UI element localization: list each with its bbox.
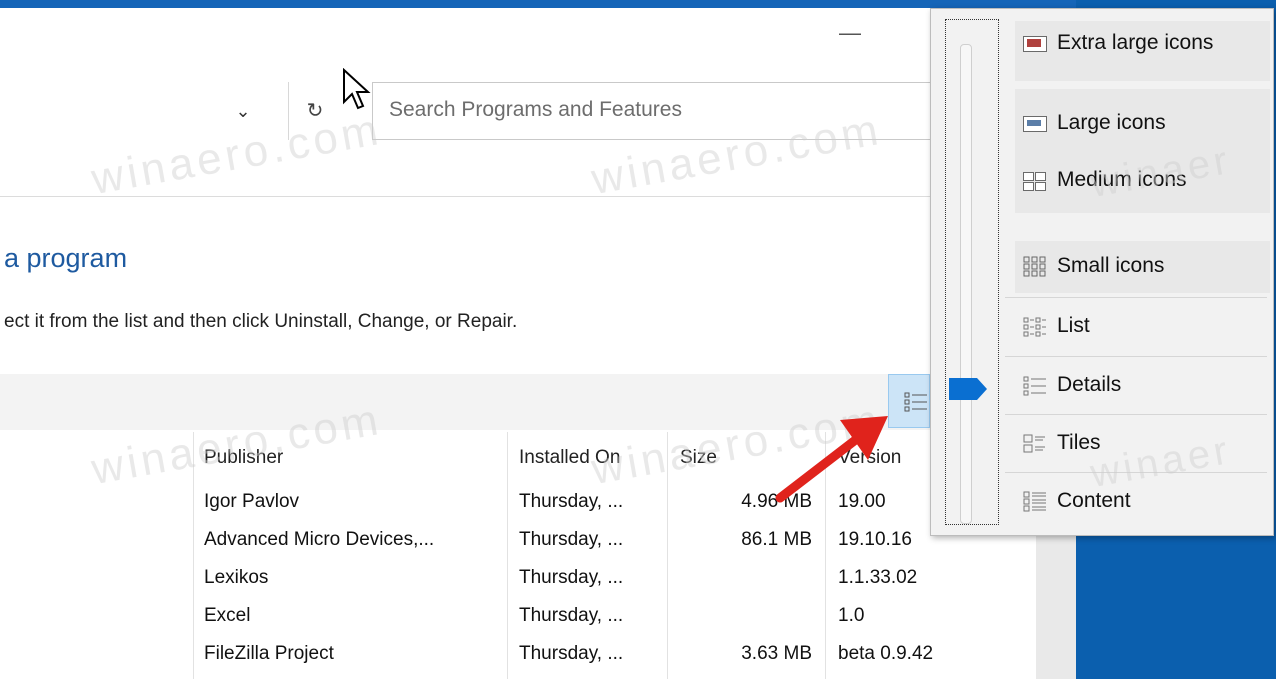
column-separator [507, 432, 508, 679]
column-header-publisher[interactable]: Publisher [204, 447, 283, 469]
menu-item-medium-icons[interactable]: Medium icons [1005, 156, 1267, 204]
menu-separator [1005, 414, 1267, 415]
column-header-size[interactable]: Size [680, 447, 717, 469]
menu-item-label: Large icons [1057, 111, 1166, 134]
column-header-installed-on[interactable]: Installed On [519, 447, 620, 469]
table-row-publisher[interactable]: Excel [204, 605, 250, 627]
table-row-publisher[interactable]: Advanced Micro Devices,... [204, 529, 434, 551]
minimize-button[interactable]: — [835, 18, 865, 48]
view-slider-thumb[interactable] [949, 378, 989, 400]
medium-icons-icon [1023, 170, 1047, 191]
menu-item-large-icons[interactable]: Large icons [1005, 99, 1267, 147]
search-input[interactable] [387, 97, 911, 123]
menu-item-label: Medium icons [1057, 168, 1187, 191]
tiles-icon [1023, 433, 1047, 453]
table-row-size[interactable]: 86.1 MB [680, 529, 812, 551]
menu-item-label: List [1057, 314, 1090, 337]
search-box[interactable] [372, 82, 932, 140]
column-separator [667, 432, 668, 679]
menu-item-tiles[interactable]: Tiles [1005, 419, 1267, 467]
table-row-installed-on[interactable]: Thursday, ... [519, 643, 623, 665]
list-icon [1023, 316, 1047, 337]
menu-separator [1005, 356, 1267, 357]
column-separator [193, 432, 194, 679]
menu-item-label: Tiles [1057, 431, 1101, 454]
menu-item-list[interactable]: List [1005, 302, 1267, 350]
view-slider[interactable] [945, 19, 999, 525]
table-row-version[interactable]: beta 0.9.42 [838, 643, 933, 665]
menu-separator [1005, 297, 1267, 298]
table-row-installed-on[interactable]: Thursday, ... [519, 567, 623, 589]
table-row-publisher[interactable]: FileZilla Project [204, 643, 334, 665]
table-row-installed-on[interactable]: Thursday, ... [519, 529, 623, 551]
mouse-cursor-icon [343, 68, 371, 110]
view-menu: Extra large icons Large icons Medium ico… [930, 8, 1274, 536]
page-title: a program [4, 243, 128, 273]
menu-item-label: Content [1057, 489, 1131, 512]
refresh-button[interactable]: ↻ [288, 82, 341, 140]
menu-item-details[interactable]: Details [1005, 361, 1267, 409]
chevron-down-icon[interactable]: ⌄ [228, 96, 258, 126]
menu-separator [1005, 472, 1267, 473]
view-slider-groove [960, 44, 972, 524]
menu-item-label: Small icons [1057, 254, 1165, 277]
table-row-version[interactable]: 1.0 [838, 605, 864, 627]
menu-item-small-icons[interactable]: Small icons [1005, 242, 1267, 290]
table-row-installed-on[interactable]: Thursday, ... [519, 491, 623, 513]
menu-item-extra-large-icons[interactable]: Extra large icons [1005, 19, 1267, 67]
table-row-version[interactable]: 19.10.16 [838, 529, 912, 551]
annotation-arrow-icon [775, 416, 888, 503]
small-icons-icon [1023, 256, 1047, 277]
extra-large-icons-icon [1023, 33, 1047, 53]
large-icons-icon [1023, 113, 1047, 133]
table-row-version[interactable]: 1.1.33.02 [838, 567, 917, 589]
details-icon [1023, 375, 1047, 396]
refresh-icon: ↻ [306, 100, 324, 122]
divider [0, 196, 930, 197]
menu-item-label: Details [1057, 373, 1122, 396]
menu-item-label: Extra large icons [1057, 31, 1214, 54]
table-row-installed-on[interactable]: Thursday, ... [519, 605, 623, 627]
content-icon [1023, 491, 1047, 512]
table-row-publisher[interactable]: Igor Pavlov [204, 491, 299, 513]
table-row-size[interactable]: 3.63 MB [680, 643, 812, 665]
menu-item-content[interactable]: Content [1005, 477, 1267, 525]
table-row-publisher[interactable]: Lexikos [204, 567, 268, 589]
page-instruction: ect it from the list and then click Unin… [4, 311, 518, 332]
